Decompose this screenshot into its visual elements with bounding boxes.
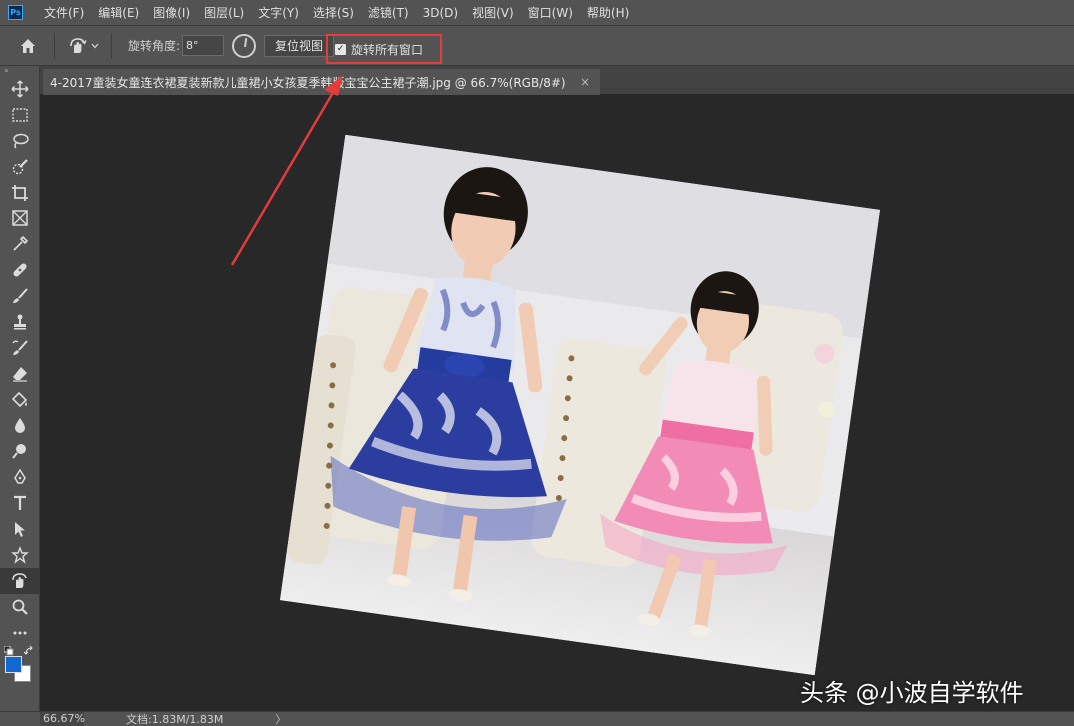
frame-tool[interactable] (0, 205, 40, 231)
chevron-down-icon (91, 43, 98, 48)
rotate-all-windows-label[interactable]: 旋转所有窗口 (351, 41, 423, 58)
bandage-icon (13, 263, 27, 277)
eraser-icon (13, 366, 27, 382)
marquee-icon (12, 108, 28, 122)
menu-view[interactable]: 视图(V) (465, 4, 521, 21)
menu-bar: Ps 文件(F) 编辑(E) 图像(I) 图层(L) 文字(Y) 选择(S) 滤… (0, 0, 1074, 25)
tool-preset-picker[interactable] (63, 33, 103, 59)
rotation-angle-label: 旋转角度: (128, 39, 181, 53)
quick-select-tool[interactable] (0, 154, 40, 180)
rotation-angle-dial[interactable] (232, 33, 257, 58)
separator (111, 32, 112, 59)
stamp-icon (14, 314, 26, 330)
eraser-tool[interactable] (0, 361, 40, 387)
more-tools[interactable] (0, 620, 40, 646)
menu-type[interactable]: 文字(Y) (251, 4, 306, 21)
lasso-icon (13, 133, 29, 149)
crop-icon (12, 184, 28, 201)
eyedropper-icon (13, 236, 29, 251)
brush-tool[interactable] (0, 283, 40, 309)
close-icon[interactable]: × (580, 75, 590, 89)
type-tool[interactable] (0, 490, 40, 516)
move-tool[interactable] (0, 76, 40, 102)
paint-bucket-icon (11, 391, 28, 407)
menu-filter[interactable]: 滤镜(T) (361, 4, 416, 21)
document-info: 文档:1.83M/1.83M (126, 713, 224, 726)
document-tab-bar: 4-2017童装女童连衣裙夏装新款儿童裙小女孩夏季韩版宝宝公主裙子潮.jpg @… (40, 66, 1074, 95)
menu-layer[interactable]: 图层(L) (197, 4, 251, 21)
healing-brush-tool[interactable] (0, 257, 40, 283)
move-icon (11, 80, 29, 98)
arrow-pointer-icon (15, 522, 25, 538)
zoom-tool[interactable] (0, 594, 40, 620)
menu-file[interactable]: 文件(F) (37, 4, 91, 21)
color-swatches (0, 645, 40, 686)
zoom-level-field[interactable]: 66.67% (40, 712, 85, 726)
type-icon (14, 496, 26, 511)
foreground-color-swatch[interactable] (5, 655, 22, 673)
droplet-icon (15, 417, 25, 433)
chevron-right-icon[interactable]: 〉 (275, 711, 286, 726)
dodge-tool[interactable] (0, 438, 40, 464)
history-brush-tool[interactable] (0, 335, 40, 361)
brush-icon (13, 288, 28, 304)
home-icon (21, 38, 35, 53)
default-colors-icon[interactable] (4, 645, 14, 656)
rotate-view-tool[interactable] (0, 567, 40, 594)
photoshop-window: Ps 文件(F) 编辑(E) 图像(I) 图层(L) 文字(Y) 选择(S) 滤… (0, 0, 1074, 726)
pen-icon (14, 468, 26, 485)
status-bar: 66.67% 文档:1.83M/1.83M 〉 (0, 711, 1074, 726)
menu-edit[interactable]: 编辑(E) (91, 4, 146, 21)
tools-panel: » (0, 66, 40, 711)
quick-select-icon (12, 158, 28, 174)
photoshop-logo-icon: Ps (8, 5, 23, 20)
shape-icon (11, 546, 29, 564)
home-button[interactable] (10, 31, 46, 61)
watermark-text: 头条 @小波自学软件 (800, 679, 1024, 707)
blur-tool[interactable] (0, 413, 40, 439)
rotated-photo (279, 134, 881, 676)
clone-stamp-tool[interactable] (0, 309, 40, 335)
dodge-icon (12, 444, 26, 460)
rotate-hand-icon (69, 37, 87, 53)
lasso-tool[interactable] (0, 128, 40, 154)
document-tab-title: 4-2017童装女童连衣裙夏装新款儿童裙小女孩夏季韩版宝宝公主裙子潮.jpg @… (50, 75, 566, 90)
crop-tool[interactable] (0, 180, 40, 206)
magnifier-icon (12, 599, 28, 615)
path-select-tool[interactable] (0, 516, 40, 542)
paint-bucket-tool[interactable] (0, 387, 40, 413)
eyedropper-tool[interactable] (0, 231, 40, 257)
swap-colors-icon[interactable] (24, 645, 34, 656)
options-bar: 旋转角度: 8° 复位视图 ✓ 旋转所有窗口 (0, 25, 1074, 66)
custom-shape-tool[interactable] (0, 542, 40, 568)
rotate-all-windows-checkbox[interactable]: ✓ (335, 43, 346, 55)
photo-image (279, 134, 881, 676)
rotate-all-windows-highlight: ✓ 旋转所有窗口 (326, 34, 442, 64)
menu-3d[interactable]: 3D(D) (416, 6, 465, 20)
menu-window[interactable]: 窗口(W) (521, 4, 580, 21)
history-brush-icon (12, 340, 28, 355)
marquee-tool[interactable] (0, 102, 40, 128)
separator (54, 32, 55, 59)
document-tab[interactable]: 4-2017童装女童连衣裙夏装新款儿童裙小女孩夏季韩版宝宝公主裙子潮.jpg @… (43, 69, 600, 95)
rotation-angle-input[interactable]: 8° (182, 35, 225, 56)
reset-view-button[interactable]: 复位视图 (264, 34, 335, 57)
document-canvas[interactable] (40, 95, 1074, 711)
ellipsis-icon (13, 631, 27, 635)
menu-image[interactable]: 图像(I) (146, 4, 197, 21)
menu-help[interactable]: 帮助(H) (580, 4, 636, 21)
frame-icon (12, 210, 28, 227)
menu-select[interactable]: 选择(S) (306, 4, 361, 21)
rotate-hand-icon (12, 573, 27, 588)
panel-grip[interactable]: » (0, 66, 39, 76)
pen-tool[interactable] (0, 464, 40, 490)
